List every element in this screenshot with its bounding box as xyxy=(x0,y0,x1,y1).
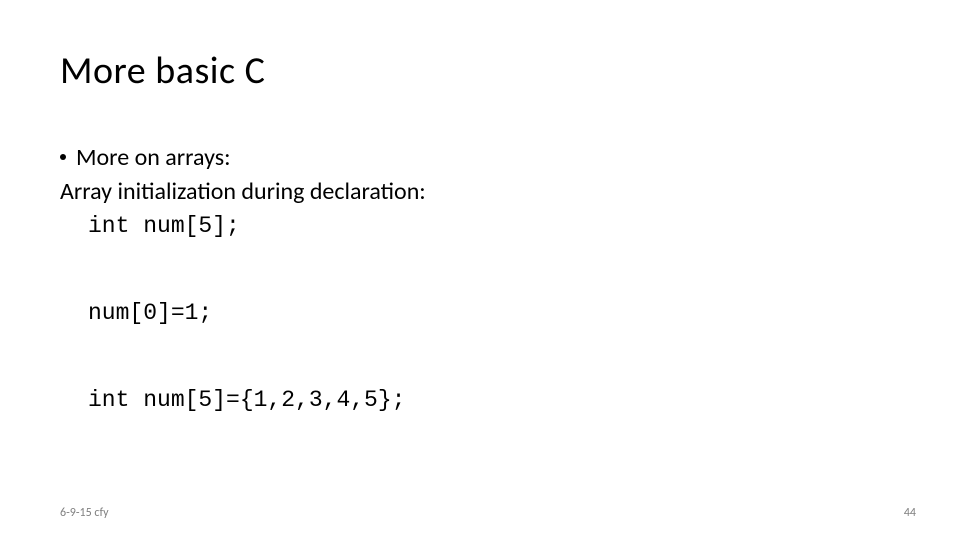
code-line-1: int num[5]; xyxy=(88,211,900,242)
description-line: Array initialization during declaration: xyxy=(60,176,900,208)
bullet-item: More on arrays: xyxy=(60,142,900,174)
bullet-text: More on arrays: xyxy=(76,142,231,174)
bullet-dot-icon xyxy=(60,154,66,160)
code-line-3: int num[5]={1,2,3,4,5}; xyxy=(88,385,900,416)
code-line-2: num[0]=1; xyxy=(88,298,900,329)
slide-title: More basic C xyxy=(60,48,900,94)
footer-left: 6-9-15 cfy xyxy=(60,506,109,520)
footer: 6-9-15 cfy 44 xyxy=(60,506,916,520)
content-body: More on arrays: Array initialization dur… xyxy=(60,142,900,416)
slide-number: 44 xyxy=(904,506,916,520)
slide: More basic C More on arrays: Array initi… xyxy=(0,0,960,540)
